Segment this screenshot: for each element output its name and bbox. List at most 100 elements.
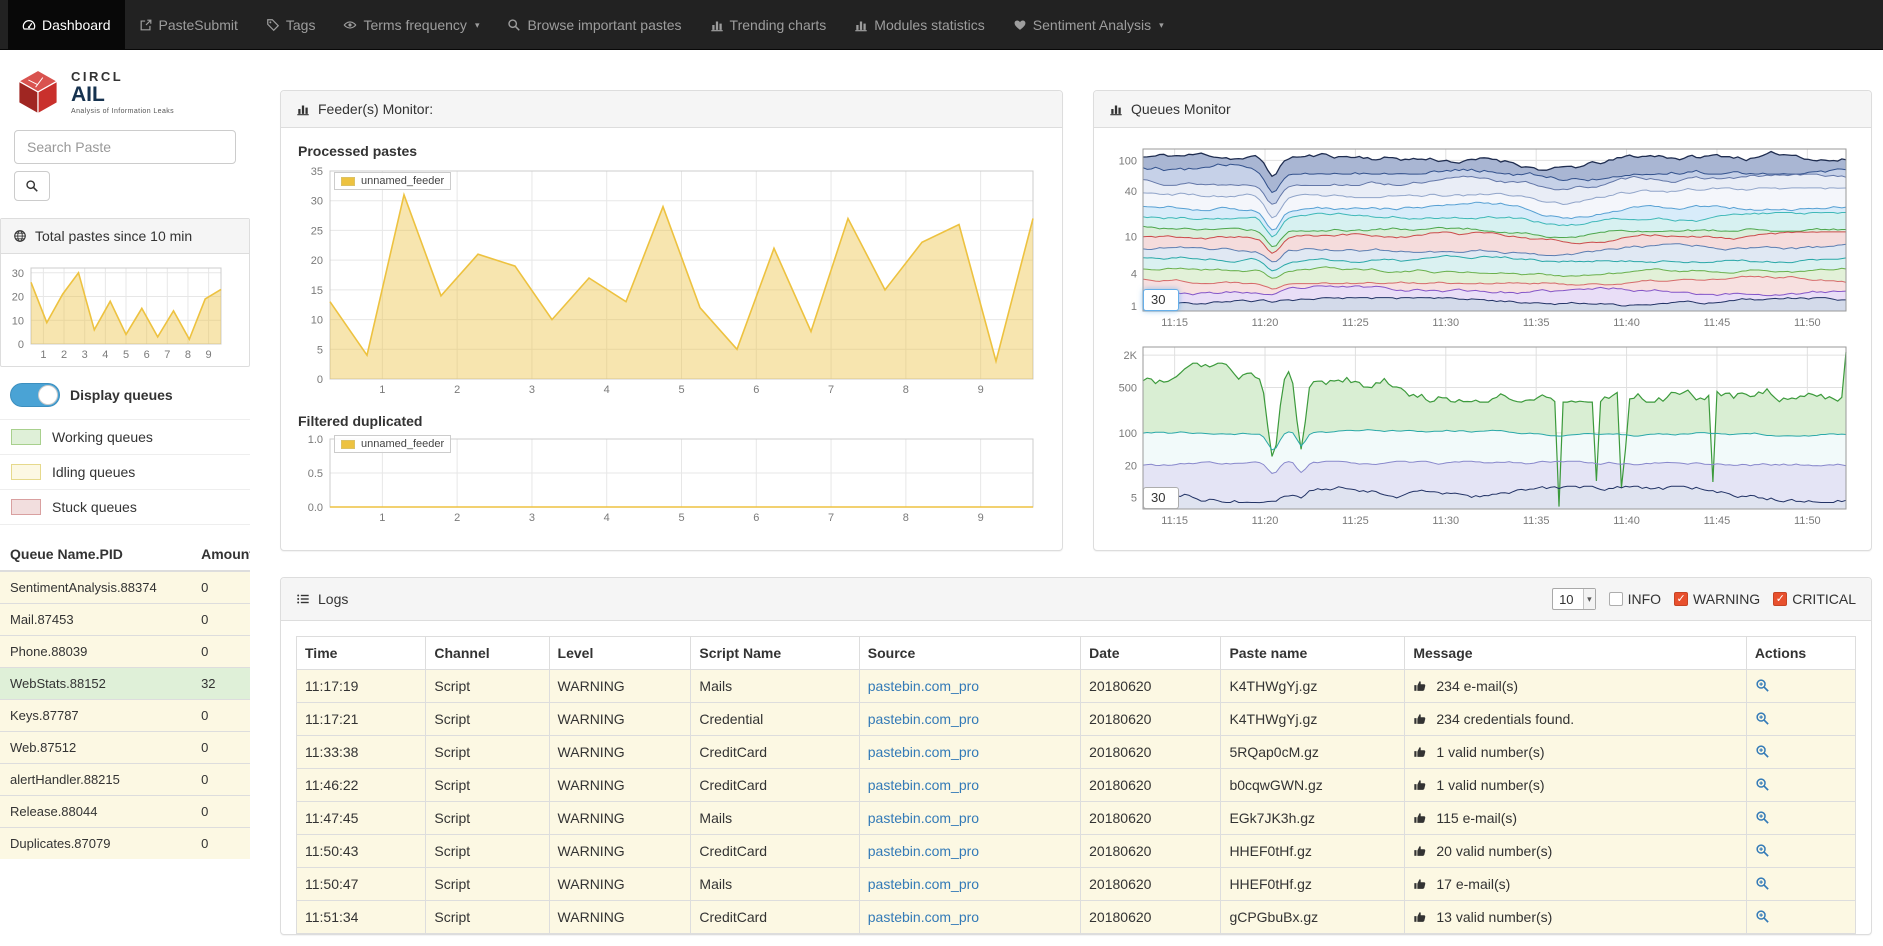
source-link[interactable]: pastebin.com_pro — [868, 777, 979, 793]
svg-text:11:15: 11:15 — [1161, 515, 1188, 527]
logo-tagline: Analysis of Information Leaks — [71, 108, 174, 115]
logs-column-header: Date — [1081, 637, 1221, 670]
nav-item-sentiment-analysis[interactable]: Sentiment Analysis ▾ — [999, 0, 1178, 50]
main-content: Feeder(s) Monitor: Processed pastes 1234… — [250, 50, 1883, 946]
svg-text:8: 8 — [903, 512, 909, 524]
svg-text:4: 4 — [1131, 269, 1137, 281]
queues-out-chart: 2K50010020511:1511:2011:2511:3011:3511:4… — [1109, 341, 1854, 531]
nav-item-pastesubmit[interactable]: PasteSubmit ▾ — [125, 0, 252, 50]
source-link[interactable]: pastebin.com_pro — [868, 843, 979, 859]
svg-text:1.0: 1.0 — [308, 434, 323, 446]
nav-item-tags[interactable]: Tags ▾ — [252, 0, 330, 50]
show-paste-button[interactable] — [1755, 744, 1770, 760]
source-link[interactable]: pastebin.com_pro — [868, 744, 979, 760]
svg-text:6: 6 — [753, 384, 759, 396]
source-link[interactable]: pastebin.com_pro — [868, 876, 979, 892]
source-link[interactable]: pastebin.com_pro — [868, 678, 979, 694]
display-queues-label: Display queues — [70, 387, 173, 403]
svg-text:30: 30 — [12, 268, 24, 280]
nav-item-modules-statistics[interactable]: Modules statistics ▾ — [840, 0, 998, 50]
queue-amount: 0 — [191, 732, 250, 764]
filter-checkbox-critical[interactable]: ✓ CRITICAL — [1773, 591, 1856, 607]
caret-down-icon: ▾ — [475, 20, 480, 31]
nav-item-dashboard[interactable]: Dashboard ▾ — [8, 0, 125, 50]
legend-swatch — [341, 440, 355, 449]
svg-text:5: 5 — [678, 512, 684, 524]
search-plus-icon — [1755, 909, 1770, 924]
svg-text:5: 5 — [678, 384, 684, 396]
queue-refresh-input[interactable]: 30 — [1143, 487, 1179, 509]
total-pastes-panel: Total pastes since 10 min 12345678901020… — [0, 218, 250, 367]
show-paste-button[interactable] — [1755, 777, 1770, 793]
logs-page-size-select[interactable]: 10 ▾ — [1552, 588, 1596, 610]
checkbox-icon: ✓ — [1609, 592, 1623, 606]
show-paste-button[interactable] — [1755, 876, 1770, 892]
thumbs-up-icon — [1413, 745, 1427, 759]
search-area — [0, 130, 250, 201]
nav-item-terms-frequency[interactable]: Terms frequency ▾ — [329, 0, 493, 50]
svg-text:3: 3 — [529, 512, 535, 524]
logs-column-header: Paste name — [1221, 637, 1405, 670]
svg-text:11:30: 11:30 — [1432, 317, 1459, 329]
sidebar: CIRCL AIL Analysis of Information Leaks … — [0, 50, 250, 946]
thumbs-up-icon — [1413, 811, 1427, 825]
svg-text:11:40: 11:40 — [1613, 515, 1640, 527]
svg-text:6: 6 — [144, 349, 150, 361]
queue-table: Queue Name.PID Amount SentimentAnalysis.… — [0, 538, 250, 859]
log-row: 11:51:34 Script WARNING CreditCard paste… — [297, 901, 1856, 934]
logo-ail-text: AIL — [71, 84, 174, 106]
processed-pastes-chart: 12345678905101520253035 — [296, 161, 1045, 401]
svg-text:2: 2 — [61, 349, 67, 361]
nav-item-trending-charts[interactable]: Trending charts ▾ — [696, 0, 841, 50]
svg-text:9: 9 — [978, 384, 984, 396]
svg-text:500: 500 — [1119, 383, 1137, 395]
show-paste-button[interactable] — [1755, 678, 1770, 694]
search-button[interactable] — [14, 171, 50, 201]
svg-text:10: 10 — [12, 315, 24, 327]
logs-column-header: Source — [859, 637, 1080, 670]
checkbox-icon: ✓ — [1773, 592, 1787, 606]
circl-cube-icon — [14, 68, 62, 116]
log-row: 11:47:45 Script WARNING Mails pastebin.c… — [297, 802, 1856, 835]
source-link[interactable]: pastebin.com_pro — [868, 909, 979, 925]
svg-text:4: 4 — [604, 512, 610, 524]
filter-checkbox-info[interactable]: ✓ INFO — [1609, 591, 1661, 607]
bar-chart-icon — [710, 18, 724, 32]
checkbox-icon: ✓ — [1674, 592, 1688, 606]
queue-row-phone-88039: Phone.88039 0 — [0, 636, 250, 668]
svg-text:11:40: 11:40 — [1613, 317, 1640, 329]
search-paste-input[interactable] — [14, 130, 236, 164]
queue-refresh-input[interactable]: 30 — [1143, 289, 1179, 311]
queue-amount: 0 — [191, 828, 250, 860]
svg-text:0.5: 0.5 — [308, 468, 323, 480]
svg-text:5: 5 — [123, 349, 129, 361]
logs-panel-heading: Logs 10 ▾ ✓ INFO ✓ WARNING ✓ CRITICAL — [281, 578, 1871, 621]
queue-legend-item: Stuck queues — [0, 490, 250, 525]
show-paste-button[interactable] — [1755, 909, 1770, 925]
svg-text:1: 1 — [379, 512, 385, 524]
show-paste-button[interactable] — [1755, 711, 1770, 727]
logs-panel: Logs 10 ▾ ✓ INFO ✓ WARNING ✓ CRITICAL — [280, 577, 1872, 935]
search-plus-icon — [1755, 711, 1770, 726]
svg-text:9: 9 — [978, 512, 984, 524]
search-plus-icon — [1755, 843, 1770, 858]
nav-item-browse-important-pastes[interactable]: Browse important pastes ▾ — [493, 0, 695, 50]
display-queues-toggle[interactable] — [10, 383, 60, 407]
queue-row-duplicates-87079: Duplicates.87079 0 — [0, 828, 250, 860]
svg-text:1: 1 — [379, 384, 385, 396]
svg-text:1: 1 — [1131, 301, 1137, 313]
legend-swatch — [11, 464, 41, 480]
source-link[interactable]: pastebin.com_pro — [868, 711, 979, 727]
filter-checkbox-warning[interactable]: ✓ WARNING — [1674, 591, 1760, 607]
queues-monitor-panel: Queues Monitor 10040104111:1511:2011:251… — [1093, 90, 1872, 551]
svg-text:11:30: 11:30 — [1432, 515, 1459, 527]
svg-text:2: 2 — [454, 512, 460, 524]
log-row: 11:17:21 Script WARNING Credential paste… — [297, 703, 1856, 736]
feeder-panel-title: Feeder(s) Monitor: — [318, 101, 433, 117]
show-paste-button[interactable] — [1755, 843, 1770, 859]
svg-text:11:45: 11:45 — [1704, 515, 1731, 527]
show-paste-button[interactable] — [1755, 810, 1770, 826]
svg-text:11:25: 11:25 — [1342, 515, 1369, 527]
source-link[interactable]: pastebin.com_pro — [868, 810, 979, 826]
queue-row-sentimentanalysis-88374: SentimentAnalysis.88374 0 — [0, 571, 250, 604]
